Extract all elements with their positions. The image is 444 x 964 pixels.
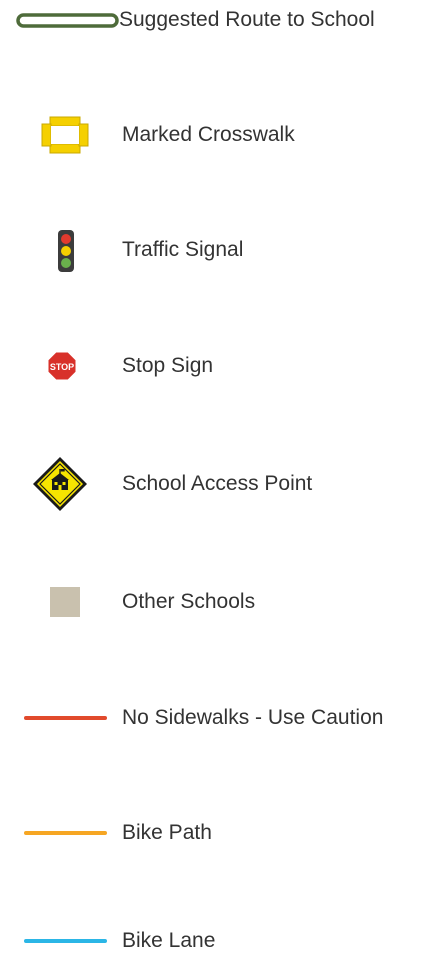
legend-label: Suggested Route to School (119, 8, 375, 31)
school-access-icon (33, 457, 87, 511)
map-legend: Suggested Route to School Marked Crosswa… (0, 0, 444, 964)
legend-item-bike-lane: Bike Lane (0, 921, 444, 961)
legend-label: Bike Path (122, 821, 212, 844)
legend-label: Traffic Signal (122, 238, 244, 261)
other-schools-swatch (50, 587, 80, 617)
legend-item-bike-path: Bike Path (0, 813, 444, 853)
legend-label: Marked Crosswalk (122, 123, 295, 146)
red-line-icon (24, 716, 107, 720)
stop-sign-text: STOP (50, 362, 74, 372)
legend-item-suggested-route: Suggested Route to School (0, 0, 444, 40)
legend-label: Stop Sign (122, 354, 214, 377)
legend-item-marked-crosswalk: Marked Crosswalk (0, 115, 444, 155)
legend-label: Bike Lane (122, 929, 216, 952)
traffic-signal-icon (58, 230, 74, 272)
legend-item-stop-sign: STOP Stop Sign (0, 346, 444, 386)
legend-item-traffic-signal: Traffic Signal (0, 230, 444, 272)
legend-label: School Access Point (122, 472, 313, 495)
crosswalk-icon (41, 116, 89, 154)
legend-item-other-schools: Other Schools (0, 582, 444, 622)
legend-item-school-access-point: School Access Point (0, 457, 444, 511)
orange-line-icon (24, 831, 107, 835)
legend-label: No Sidewalks - Use Caution (122, 706, 384, 729)
blue-line-icon (24, 939, 107, 943)
stop-sign-icon: STOP (47, 351, 77, 381)
legend-label: Other Schools (122, 590, 256, 613)
route-line-icon (16, 13, 119, 28)
legend-item-no-sidewalks: No Sidewalks - Use Caution (0, 698, 444, 738)
